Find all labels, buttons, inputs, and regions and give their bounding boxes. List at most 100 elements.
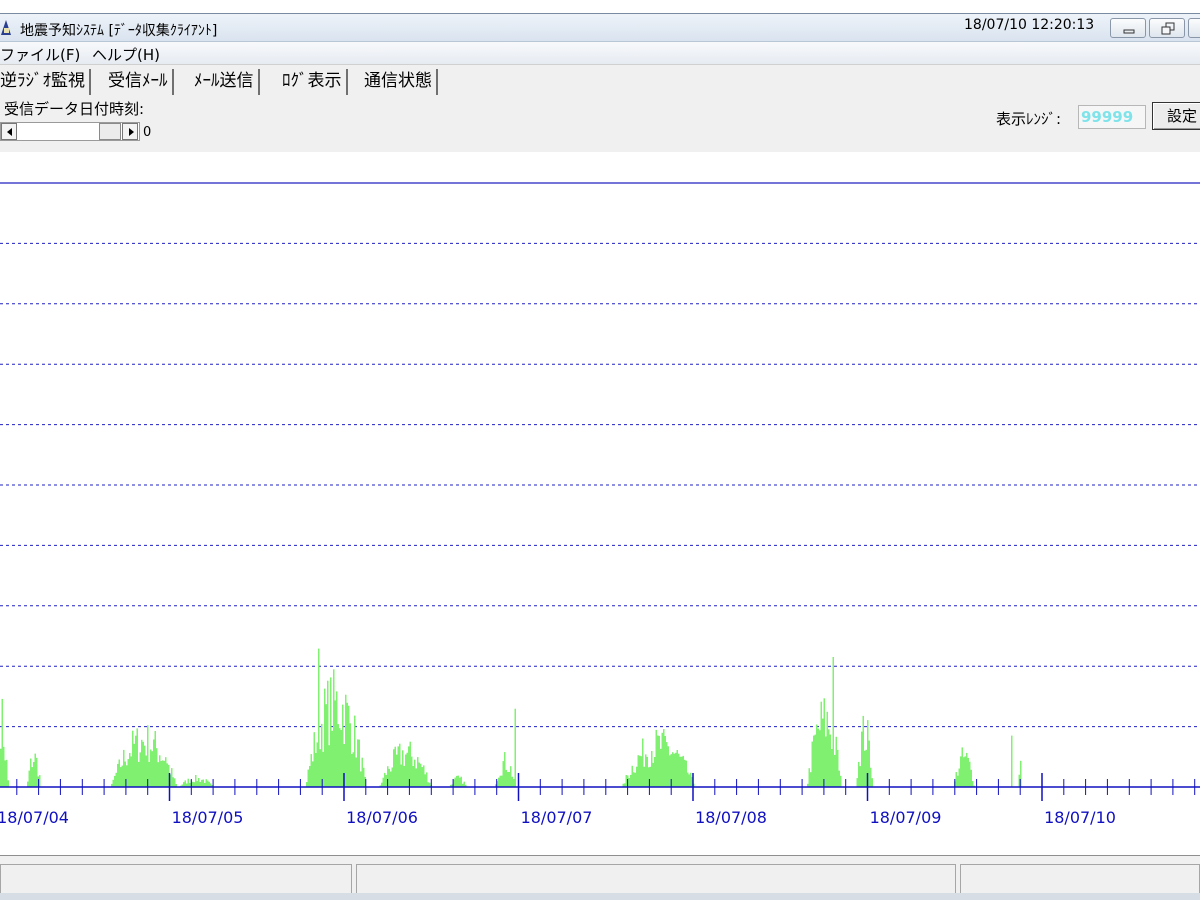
chart-bar [420,763,422,787]
chart-bar [159,755,161,787]
chart-bar [498,777,500,787]
tab-send-mail[interactable]: ﾒｰﾙ送信 [194,69,260,95]
chart-bar [148,762,150,787]
chart-bar [393,749,395,787]
chart-bar [201,779,203,787]
chart-bar [316,742,318,787]
chart-bar [396,754,398,787]
chart-bar [339,728,341,787]
chart-bar [678,753,680,787]
scroll-value: 0 [143,125,152,140]
chart-bar [831,749,833,787]
chart-bar [972,781,974,787]
chart-bar [421,767,423,787]
chart-bar [208,781,210,787]
chart-bar [955,772,957,787]
chart-bar [426,772,428,787]
chart-bar [667,746,669,787]
chart-bar [36,757,38,787]
date-scrollbar[interactable] [0,122,140,141]
x-tick-label: 18/07/09 [870,808,942,827]
chart-bar [810,772,812,787]
scroll-thumb[interactable] [99,123,121,140]
chart-bar [121,765,123,787]
tab-connection-status[interactable]: 通信状態 [364,69,438,95]
chart-bar [163,760,165,787]
chart-bar [351,754,353,787]
scroll-left-button[interactable] [1,123,17,140]
chart-bar [310,754,312,787]
chart-bar [160,761,162,787]
chart-bar [4,760,6,787]
chart-bar [357,739,359,787]
chart-bar [687,772,689,787]
chart-bar [162,760,164,787]
chart-bar [672,752,674,787]
chart-bar [412,766,414,787]
chart-bar [313,732,315,787]
chart-bar [139,752,141,787]
control-panel: 受信データ日付時刻: 0 表示ﾚﾝｼﾞ: 99999 設定 [0,96,1200,152]
chart-bar [690,772,692,787]
chart-bar [411,756,413,787]
menu-file[interactable]: ファイル(F) [0,44,80,65]
chart-bar [424,774,426,787]
chart-bar [840,775,842,787]
chart-bar [174,778,176,787]
chart-bar [172,777,174,787]
minimize-button[interactable] [1110,18,1146,38]
chart-bar [385,774,387,787]
chart-bar [328,745,330,787]
chart-bar [864,750,866,787]
chart-bar [657,735,659,787]
chart-bar [136,728,138,787]
chart-bar [679,756,681,787]
chart-bar [832,657,834,787]
chart-bar [682,755,684,787]
chart-bar [345,694,347,787]
x-tick-label: 18/07/05 [172,808,244,827]
chart-bar [673,753,675,787]
chart-bar [456,775,458,787]
restore-button[interactable] [1149,18,1185,38]
chart-bar [118,759,120,787]
chart-bar [819,730,821,787]
chart-bar [33,762,35,787]
chart-bar [114,775,116,787]
chart-bar [346,702,348,787]
chart-bar [1011,735,1013,787]
display-range-label: 表示ﾚﾝｼﾞ: [996,110,1062,128]
chart-bar [511,776,513,787]
chart-bar [418,762,420,787]
set-button[interactable]: 設定 [1152,102,1200,130]
chart-bar [333,669,335,787]
chart-bar [814,734,816,787]
tab-reverse-radio-monitor[interactable]: 逆ﾗｼﾞｵ監視 [0,69,91,95]
chart-bar [969,761,971,787]
chart-bar [120,767,122,787]
scroll-right-button[interactable] [122,123,138,140]
chart-bar [684,759,686,787]
chart-bar [205,779,207,787]
chart-bar [331,730,333,787]
window-title: 地震予知ｼｽﾃﾑ [ﾃﾞｰﾀ収集ｸﾗｲｱﾝﾄ] [20,23,218,39]
chart-bar [820,701,822,787]
chart-bar [336,691,338,787]
tab-log-view[interactable]: ﾛｸﾞ表示 [282,69,348,95]
chart-bar [135,735,137,787]
chart-bar [633,772,635,787]
chart-bar [826,711,828,787]
chart-bar [142,741,144,787]
chart-bar [112,779,114,787]
close-button[interactable] [1188,18,1200,38]
tab-received-mail[interactable]: 受信ﾒｰﾙ [108,69,174,95]
chart-bar [642,738,644,787]
chart-bar [811,741,813,787]
display-range-input[interactable]: 99999 [1078,105,1146,129]
chart-bar [835,736,837,787]
chart-bar [816,724,818,787]
chart-bar [634,772,636,787]
chart-bars [0,648,1022,787]
screen-top-edge [0,0,1200,14]
menu-help[interactable]: ヘルプ(H) [92,44,160,65]
